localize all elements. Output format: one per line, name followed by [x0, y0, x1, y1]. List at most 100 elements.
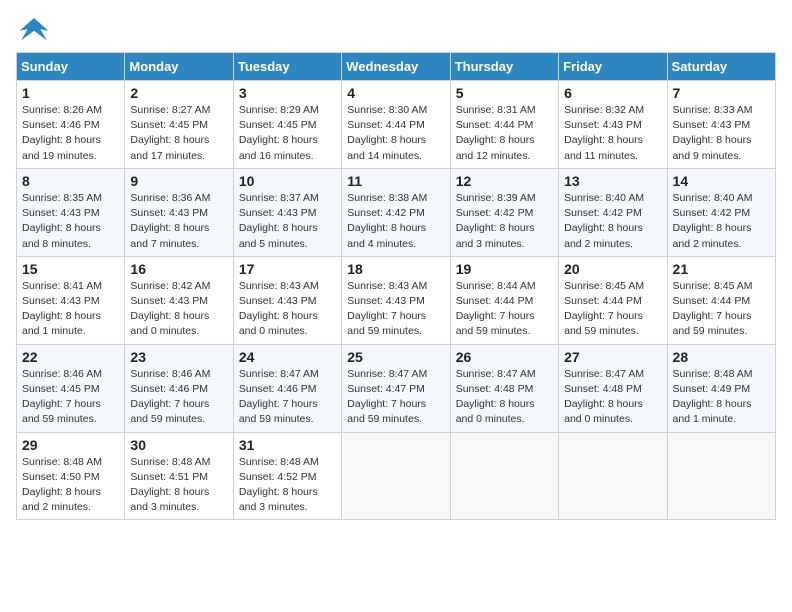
day-cell: 31 Sunrise: 8:48 AMSunset: 4:52 PMDayligh… — [233, 432, 341, 520]
day-info: Sunrise: 8:41 AMSunset: 4:43 PMDaylight:… — [22, 279, 119, 340]
day-cell: 30 Sunrise: 8:48 AMSunset: 4:51 PMDayligh… — [125, 432, 233, 520]
day-info: Sunrise: 8:45 AMSunset: 4:44 PMDaylight:… — [564, 279, 661, 340]
day-cell: 29 Sunrise: 8:48 AMSunset: 4:50 PMDayligh… — [17, 432, 125, 520]
day-cell: 15 Sunrise: 8:41 AMSunset: 4:43 PMDayligh… — [17, 256, 125, 344]
day-cell: 14 Sunrise: 8:40 AMSunset: 4:42 PMDayligh… — [667, 168, 775, 256]
day-cell: 23 Sunrise: 8:46 AMSunset: 4:46 PMDayligh… — [125, 344, 233, 432]
day-cell: 19 Sunrise: 8:44 AMSunset: 4:44 PMDayligh… — [450, 256, 558, 344]
page-header — [16, 16, 776, 44]
day-number: 20 — [564, 261, 661, 277]
week-row-3: 15 Sunrise: 8:41 AMSunset: 4:43 PMDayligh… — [17, 256, 776, 344]
day-cell: 18 Sunrise: 8:43 AMSunset: 4:43 PMDayligh… — [342, 256, 450, 344]
day-number: 17 — [239, 261, 336, 277]
weekday-friday: Friday — [559, 53, 667, 81]
day-info: Sunrise: 8:48 AMSunset: 4:49 PMDaylight:… — [673, 367, 770, 428]
week-row-5: 29 Sunrise: 8:48 AMSunset: 4:50 PMDayligh… — [17, 432, 776, 520]
day-cell: 13 Sunrise: 8:40 AMSunset: 4:42 PMDayligh… — [559, 168, 667, 256]
day-cell: 25Sunrise: 8:47 AMSunset: 4:47 PMDayligh… — [342, 344, 450, 432]
day-number: 12 — [456, 173, 553, 189]
day-number: 26 — [456, 349, 553, 365]
day-cell: 28 Sunrise: 8:48 AMSunset: 4:49 PMDayligh… — [667, 344, 775, 432]
day-info: Sunrise: 8:43 AMSunset: 4:43 PMDaylight:… — [347, 279, 444, 340]
day-info: Sunrise: 8:35 AMSunset: 4:43 PMDaylight:… — [22, 191, 119, 252]
day-cell — [667, 432, 775, 520]
day-info: Sunrise: 8:47 AMSunset: 4:48 PMDaylight:… — [456, 367, 553, 428]
day-cell: 3Sunrise: 8:29 AMSunset: 4:45 PMDaylight… — [233, 81, 341, 169]
weekday-monday: Monday — [125, 53, 233, 81]
day-number: 24 — [239, 349, 336, 365]
day-info: Sunrise: 8:46 AMSunset: 4:45 PMDaylight:… — [22, 367, 119, 428]
day-number: 8 — [22, 173, 119, 189]
day-info: Sunrise: 8:40 AMSunset: 4:42 PMDaylight:… — [564, 191, 661, 252]
day-number: 23 — [130, 349, 227, 365]
day-info: Sunrise: 8:31 AMSunset: 4:44 PMDaylight:… — [456, 103, 553, 164]
weekday-saturday: Saturday — [667, 53, 775, 81]
weekday-wednesday: Wednesday — [342, 53, 450, 81]
day-cell: 26 Sunrise: 8:47 AMSunset: 4:48 PMDayligh… — [450, 344, 558, 432]
day-cell: 11Sunrise: 8:38 AMSunset: 4:42 PMDayligh… — [342, 168, 450, 256]
day-info: Sunrise: 8:33 AMSunset: 4:43 PMDaylight:… — [673, 103, 770, 164]
day-number: 28 — [673, 349, 770, 365]
day-info: Sunrise: 8:48 AMSunset: 4:52 PMDaylight:… — [239, 455, 336, 516]
day-cell: 4 Sunrise: 8:30 AMSunset: 4:44 PMDaylight… — [342, 81, 450, 169]
day-number: 22 — [22, 349, 119, 365]
day-cell: 20 Sunrise: 8:45 AMSunset: 4:44 PMDayligh… — [559, 256, 667, 344]
day-info: Sunrise: 8:27 AMSunset: 4:45 PMDaylight:… — [130, 103, 227, 164]
day-cell: 5 Sunrise: 8:31 AMSunset: 4:44 PMDaylight… — [450, 81, 558, 169]
day-number: 7 — [673, 85, 770, 101]
day-number: 29 — [22, 437, 119, 453]
day-cell: 24 Sunrise: 8:47 AMSunset: 4:46 PMDayligh… — [233, 344, 341, 432]
day-info: Sunrise: 8:42 AMSunset: 4:43 PMDaylight:… — [130, 279, 227, 340]
weekday-tuesday: Tuesday — [233, 53, 341, 81]
day-number: 14 — [673, 173, 770, 189]
day-number: 11 — [347, 173, 444, 189]
day-info: Sunrise: 8:32 AMSunset: 4:43 PMDaylight:… — [564, 103, 661, 164]
day-number: 5 — [456, 85, 553, 101]
logo — [16, 16, 50, 44]
day-number: 21 — [673, 261, 770, 277]
day-cell: 9Sunrise: 8:36 AMSunset: 4:43 PMDaylight… — [125, 168, 233, 256]
week-row-1: 1Sunrise: 8:26 AMSunset: 4:46 PMDaylight… — [17, 81, 776, 169]
weekday-sunday: Sunday — [17, 53, 125, 81]
day-number: 18 — [347, 261, 444, 277]
calendar-table: SundayMondayTuesdayWednesdayThursdayFrid… — [16, 52, 776, 520]
day-info: Sunrise: 8:48 AMSunset: 4:50 PMDaylight:… — [22, 455, 119, 516]
day-info: Sunrise: 8:36 AMSunset: 4:43 PMDaylight:… — [130, 191, 227, 252]
day-number: 13 — [564, 173, 661, 189]
day-number: 4 — [347, 85, 444, 101]
day-number: 15 — [22, 261, 119, 277]
week-row-2: 8 Sunrise: 8:35 AMSunset: 4:43 PMDaylight… — [17, 168, 776, 256]
day-number: 6 — [564, 85, 661, 101]
day-cell: 16 Sunrise: 8:42 AMSunset: 4:43 PMDayligh… — [125, 256, 233, 344]
day-cell: 8 Sunrise: 8:35 AMSunset: 4:43 PMDaylight… — [17, 168, 125, 256]
day-number: 31 — [239, 437, 336, 453]
day-info: Sunrise: 8:46 AMSunset: 4:46 PMDaylight:… — [130, 367, 227, 428]
day-cell: 2Sunrise: 8:27 AMSunset: 4:45 PMDaylight… — [125, 81, 233, 169]
day-info: Sunrise: 8:44 AMSunset: 4:44 PMDaylight:… — [456, 279, 553, 340]
day-info: Sunrise: 8:39 AMSunset: 4:42 PMDaylight:… — [456, 191, 553, 252]
day-info: Sunrise: 8:47 AMSunset: 4:47 PMDaylight:… — [347, 367, 444, 428]
day-cell: 27 Sunrise: 8:47 AMSunset: 4:48 PMDayligh… — [559, 344, 667, 432]
day-info: Sunrise: 8:30 AMSunset: 4:44 PMDaylight:… — [347, 103, 444, 164]
day-cell — [559, 432, 667, 520]
day-info: Sunrise: 8:26 AMSunset: 4:46 PMDaylight:… — [22, 103, 119, 164]
day-cell — [342, 432, 450, 520]
day-cell: 7 Sunrise: 8:33 AMSunset: 4:43 PMDaylight… — [667, 81, 775, 169]
day-number: 27 — [564, 349, 661, 365]
day-number: 30 — [130, 437, 227, 453]
day-cell: 12 Sunrise: 8:39 AMSunset: 4:42 PMDayligh… — [450, 168, 558, 256]
day-info: Sunrise: 8:29 AMSunset: 4:45 PMDaylight:… — [239, 103, 336, 164]
day-cell: 17Sunrise: 8:43 AMSunset: 4:43 PMDayligh… — [233, 256, 341, 344]
day-info: Sunrise: 8:40 AMSunset: 4:42 PMDaylight:… — [673, 191, 770, 252]
day-number: 16 — [130, 261, 227, 277]
day-cell: 1Sunrise: 8:26 AMSunset: 4:46 PMDaylight… — [17, 81, 125, 169]
logo-bird-icon — [18, 16, 50, 44]
day-number: 19 — [456, 261, 553, 277]
weekday-header-row: SundayMondayTuesdayWednesdayThursdayFrid… — [17, 53, 776, 81]
day-cell: 6 Sunrise: 8:32 AMSunset: 4:43 PMDaylight… — [559, 81, 667, 169]
day-info: Sunrise: 8:47 AMSunset: 4:46 PMDaylight:… — [239, 367, 336, 428]
day-info: Sunrise: 8:45 AMSunset: 4:44 PMDaylight:… — [673, 279, 770, 340]
day-info: Sunrise: 8:47 AMSunset: 4:48 PMDaylight:… — [564, 367, 661, 428]
day-cell: 21 Sunrise: 8:45 AMSunset: 4:44 PMDayligh… — [667, 256, 775, 344]
day-info: Sunrise: 8:48 AMSunset: 4:51 PMDaylight:… — [130, 455, 227, 516]
